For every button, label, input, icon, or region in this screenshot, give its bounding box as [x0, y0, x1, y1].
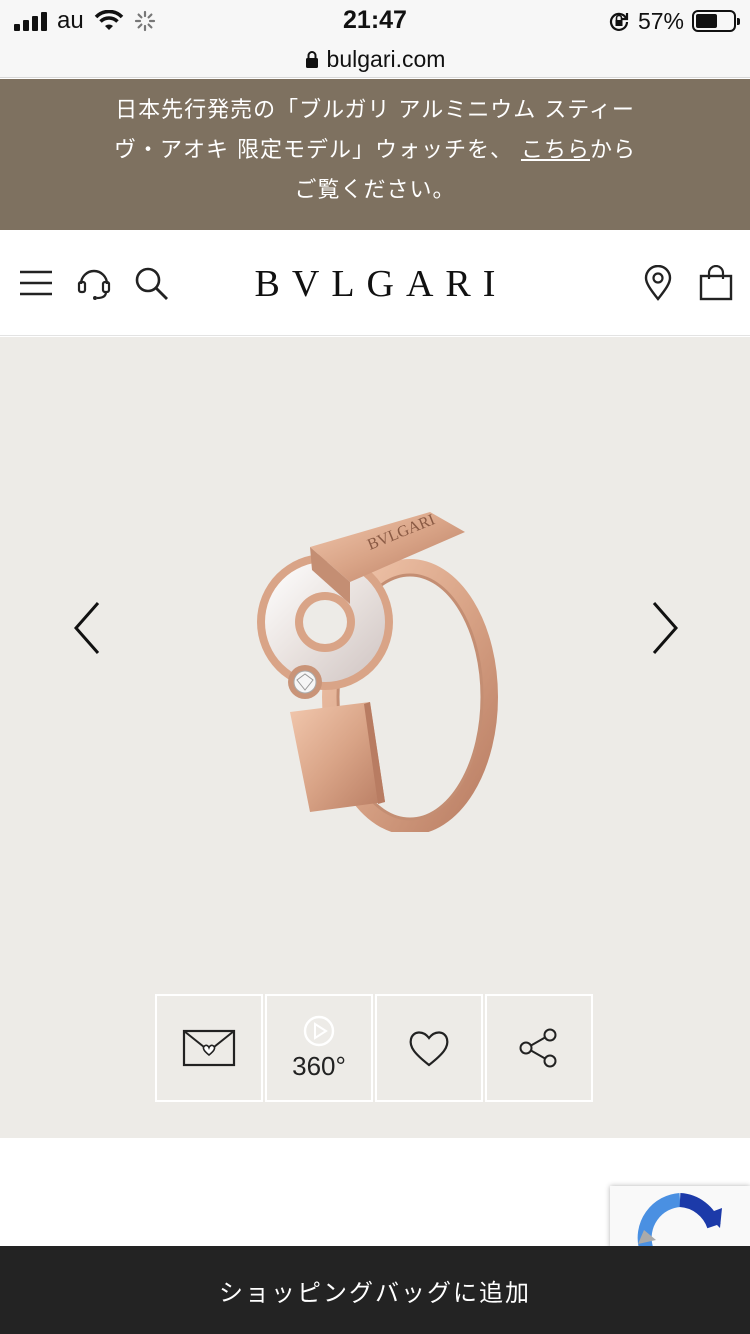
promo-line-2-text: ヴ・アオキ 限定モデル」ウォッチを、	[113, 138, 513, 163]
battery-percent: 57%	[637, 7, 684, 34]
shopping-bag-icon[interactable]	[698, 265, 734, 301]
brand-logo[interactable]: BVLGARI	[0, 262, 750, 306]
lock-icon	[305, 51, 318, 68]
promo-banner: 日本先行発売の「ブルガリ アルミニウム スティー ヴ・アオキ 限定モデル」ウォッ…	[0, 79, 750, 230]
promo-line-1: 日本先行発売の「ブルガリ アルミニウム スティー	[115, 98, 635, 123]
address-bar[interactable]: bulgari.com	[0, 42, 750, 78]
battery-icon	[692, 10, 740, 32]
product-image[interactable]: BVLGARI	[250, 512, 510, 832]
promo-line-3: ご覧ください。	[294, 178, 456, 203]
play-circle-icon	[303, 1015, 335, 1046]
site-header: BVLGARI	[0, 230, 750, 336]
product-actions: 360°	[155, 994, 593, 1102]
heart-icon	[409, 1031, 449, 1067]
promo-link[interactable]: こちら	[521, 138, 590, 163]
add-to-bag-label: ショッピングバッグに追加	[219, 1278, 531, 1307]
orientation-lock-icon	[609, 12, 629, 31]
product-gallery: BVLGARI 360°	[0, 337, 750, 1138]
share-button[interactable]	[485, 994, 593, 1102]
status-bar: au 21:47 57%	[0, 0, 750, 42]
wishlist-button[interactable]	[375, 994, 483, 1102]
location-pin-icon[interactable]	[640, 265, 676, 301]
url-text: bulgari.com	[326, 46, 446, 72]
add-to-bag-button[interactable]: ショッピングバッグに追加	[0, 1246, 750, 1334]
promo-line-2-suffix: から	[590, 138, 637, 163]
chevron-left-icon[interactable]	[72, 601, 102, 655]
share-icon	[519, 1028, 557, 1068]
view-360-button[interactable]: 360°	[265, 994, 373, 1102]
email-button[interactable]	[155, 994, 263, 1102]
chevron-right-icon[interactable]	[650, 601, 680, 655]
recaptcha-badge[interactable]	[610, 1186, 750, 1248]
email-heart-icon	[182, 1029, 236, 1067]
promo-line-2: ヴ・アオキ 限定モデル」ウォッチを、 こちらから	[0, 131, 750, 171]
recaptcha-icon	[637, 1193, 722, 1248]
view-360-label: 360°	[292, 1050, 346, 1081]
